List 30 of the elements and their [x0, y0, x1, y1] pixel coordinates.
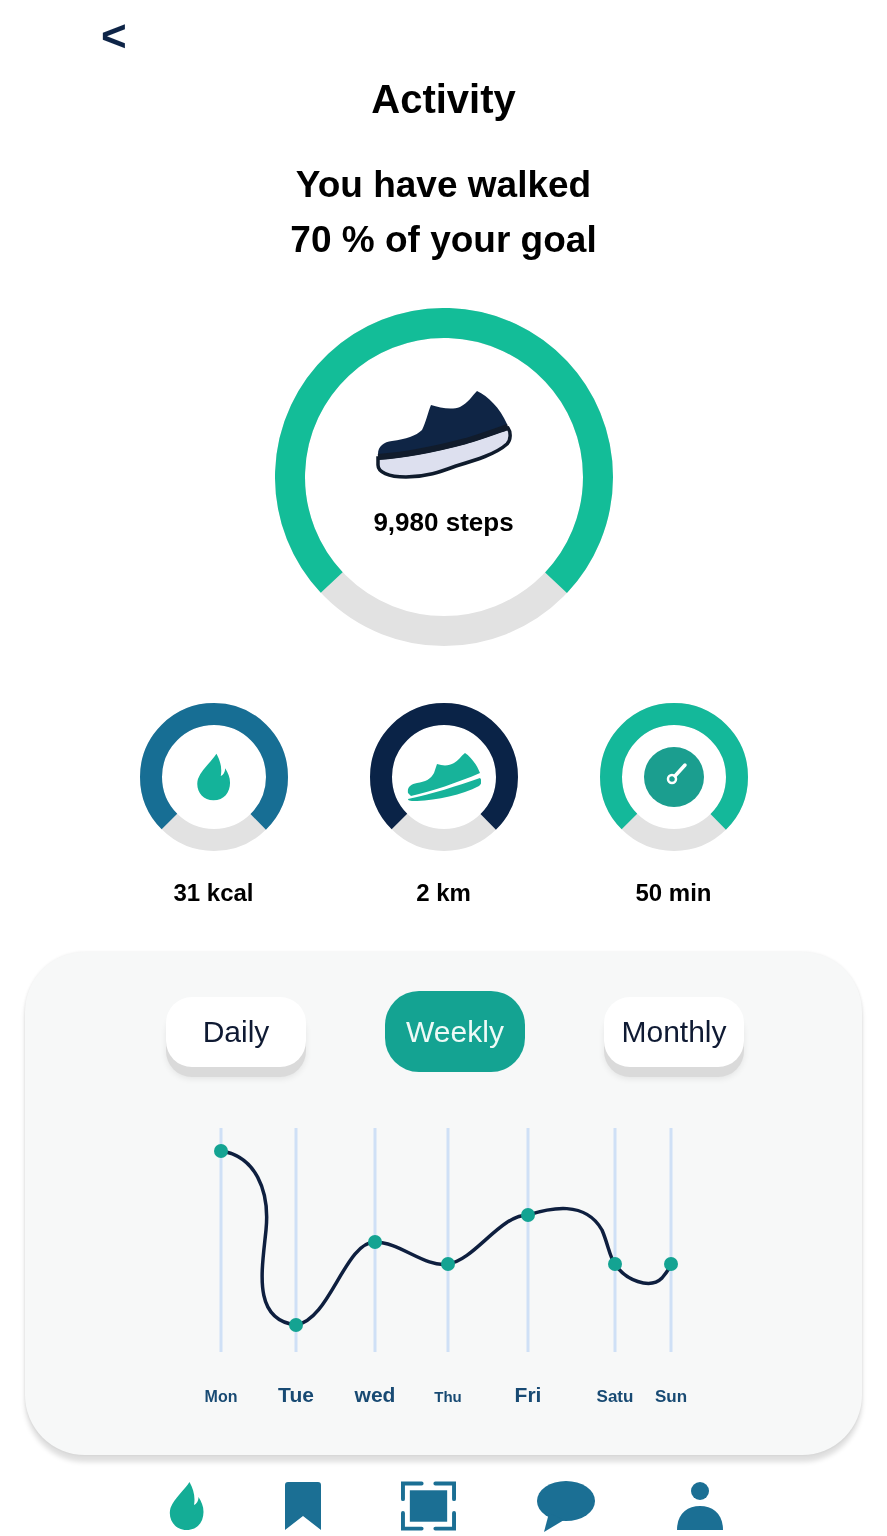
data-point [441, 1257, 455, 1271]
stat-value: 2 km [416, 878, 471, 908]
stat-value: 50 min [635, 878, 712, 908]
data-point [289, 1318, 303, 1332]
day-label: Thu [434, 1388, 462, 1405]
day-label: Fri [514, 1383, 542, 1406]
sneaker-icon [375, 390, 512, 480]
page-title: Activity [371, 76, 516, 123]
flame-icon [196, 753, 231, 801]
day-label: Satu [596, 1387, 634, 1406]
stat-value: 31 kcal [173, 878, 254, 908]
goal-summary: You have walked 70 % of your goal [290, 163, 597, 262]
sneaker-icon [406, 753, 481, 801]
data-point [368, 1235, 382, 1249]
person-icon[interactable] [676, 1482, 724, 1530]
data-point [664, 1257, 678, 1271]
scan-frame-icon[interactable] [401, 1481, 456, 1531]
day-label: Tue [278, 1383, 314, 1406]
flame-icon[interactable] [168, 1482, 205, 1530]
steps-count: 9,980 steps [373, 506, 514, 538]
data-point [214, 1144, 228, 1158]
data-point [521, 1208, 535, 1222]
data-point [608, 1257, 622, 1271]
day-label: Sun [654, 1387, 688, 1406]
gauge-icon [643, 747, 704, 807]
day-label: wed [354, 1383, 396, 1406]
day-label: Mon [204, 1388, 238, 1405]
back-button[interactable]: < [101, 14, 127, 58]
bookmark-icon[interactable] [285, 1482, 321, 1530]
chat-bubble-icon[interactable] [536, 1480, 596, 1532]
